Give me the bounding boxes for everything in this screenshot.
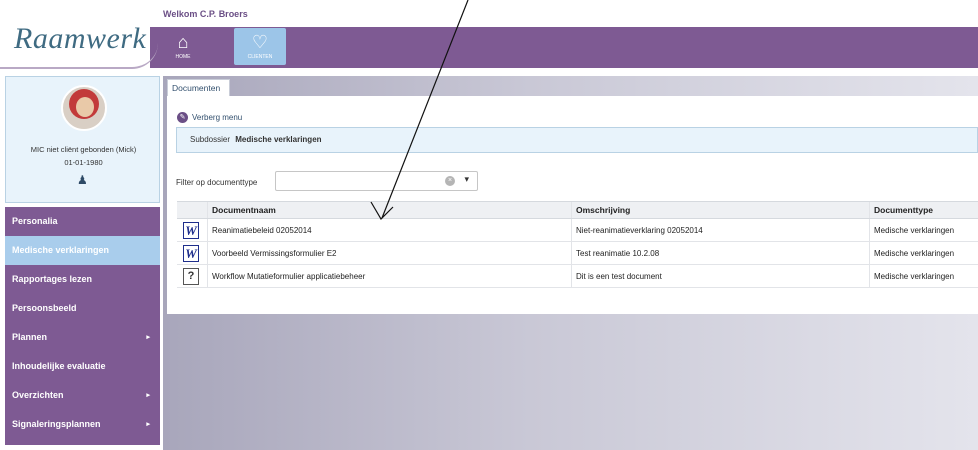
unknown-document-icon[interactable]: ? [183, 267, 199, 285]
document-name[interactable]: Workflow Mutatieformulier applicatiebehe… [207, 265, 571, 287]
sidebar-item-overzichten[interactable]: Overzichten ▸ [5, 381, 160, 410]
sidebar-item-personalia[interactable]: Personalia [5, 207, 160, 236]
sidebar-item-label: Overzichten [12, 390, 64, 400]
document-description: Niet-reanimatieverklaring 02052014 [571, 219, 869, 241]
table-row[interactable]: ? Workflow Mutatieformulier applicatiebe… [177, 265, 978, 288]
tab-documenten[interactable]: Documenten [167, 79, 230, 96]
word-document-icon[interactable]: W [183, 221, 199, 239]
sidebar-item-medische-verklaringen[interactable]: Medische verklaringen [5, 236, 160, 265]
chevron-right-icon: ▸ [146, 392, 150, 399]
header-omschrijving[interactable]: Omschrijving [571, 202, 869, 218]
subdossier-value: Medische verklaringen [235, 135, 322, 144]
sidebar-item-inhoudelijke-evaluatie[interactable]: Inhoudelijke evaluatie [5, 352, 160, 381]
table-header: Documentnaam Omschrijving Documenttype [177, 201, 978, 219]
client-name: MIC niet cliënt gebonden (Mick) [30, 145, 137, 154]
document-type: Medische verklaringen [869, 265, 978, 287]
sidebar-item-label: Inhoudelijke evaluatie [12, 361, 106, 371]
sidebar-item-label: Signaleringsplannen [12, 419, 101, 429]
document-type: Medische verklaringen [869, 242, 978, 264]
sidebar-item-label: Personalia [12, 216, 58, 226]
sidebar-item-label: Plannen [12, 332, 48, 342]
header-icon-cell [177, 202, 207, 218]
table-row[interactable]: W Voorbeeld Vermissingsformulier E2 Test… [177, 242, 978, 265]
filter-label: Filter op documenttype [176, 178, 258, 187]
clear-icon[interactable]: × [445, 176, 455, 186]
home-icon: ⌂ [177, 32, 189, 52]
sidebar-menu: Personalia Medische verklaringen Rapport… [5, 207, 160, 445]
sidebar-item-signaleringsplannen[interactable]: Signaleringsplannen ▸ [5, 410, 160, 439]
avatar [61, 85, 107, 131]
sidebar-item-rapportages-lezen[interactable]: Rapportages lezen [5, 265, 160, 294]
app-logo[interactable]: Raamwerk [14, 22, 146, 56]
chevron-right-icon: ▸ [146, 334, 150, 341]
header-documentnaam[interactable]: Documentnaam [207, 202, 571, 218]
document-type: Medische verklaringen [869, 219, 978, 241]
sidebar-item-persoonsbeeld[interactable]: Persoonsbeeld [5, 294, 160, 323]
toggle-menu-label: Verberg menu [192, 113, 243, 122]
subdossier-label: Subdossier [190, 135, 231, 144]
document-name[interactable]: Voorbeeld Vermissingsformulier E2 [207, 242, 571, 264]
documents-panel: ✎ Verberg menu Subdossier Medische verkl… [167, 96, 978, 314]
sidebar-item-plannen[interactable]: Plannen ▸ [5, 323, 160, 352]
header-documenttype[interactable]: Documenttype [869, 202, 978, 218]
heart-plus-icon: ♡ [251, 32, 269, 52]
sidebar-item-label: Medische verklaringen [12, 245, 110, 255]
chevron-right-icon: ▸ [146, 421, 150, 428]
toggle-menu-icon: ✎ [177, 112, 188, 123]
welcome-text: Welkom C.P. Broers [163, 9, 248, 19]
nav-clients-button[interactable]: ♡ CLIENTEN [234, 28, 286, 65]
client-dob: 01-01-1980 [64, 158, 103, 167]
sidebar-item-label: Persoonsbeeld [12, 303, 77, 313]
nav-clients-label: CLIENTEN [247, 54, 273, 60]
nav-home-label: HOME [175, 54, 191, 60]
toggle-menu-link[interactable]: ✎ Verberg menu [177, 112, 242, 123]
nav-home-button[interactable]: ⌂ HOME [161, 28, 205, 65]
document-description: Test reanimatie 10.2.08 [571, 242, 869, 264]
client-profile-card: MIC niet cliënt gebonden (Mick) 01-01-19… [5, 76, 160, 203]
word-document-icon[interactable]: W [183, 244, 199, 262]
app-header: Raamwerk Welkom C.P. Broers ⌂ HOME ♡ CLI… [0, 0, 978, 69]
subdossier-bar: Subdossier Medische verklaringen [176, 127, 978, 153]
table-row[interactable]: W Reanimatiebeleid 02052014 Niet-reanima… [177, 219, 978, 242]
document-name[interactable]: Reanimatiebeleid 02052014 [207, 219, 571, 241]
document-description: Dit is een test document [571, 265, 869, 287]
person-icon: ♟ [77, 173, 88, 187]
document-type-filter-select[interactable]: × ▾ [275, 171, 478, 191]
sidebar-item-label: Rapportages lezen [12, 274, 93, 284]
caret-down-icon[interactable]: ▾ [464, 174, 469, 185]
documents-table: Documentnaam Omschrijving Documenttype W… [177, 201, 978, 288]
